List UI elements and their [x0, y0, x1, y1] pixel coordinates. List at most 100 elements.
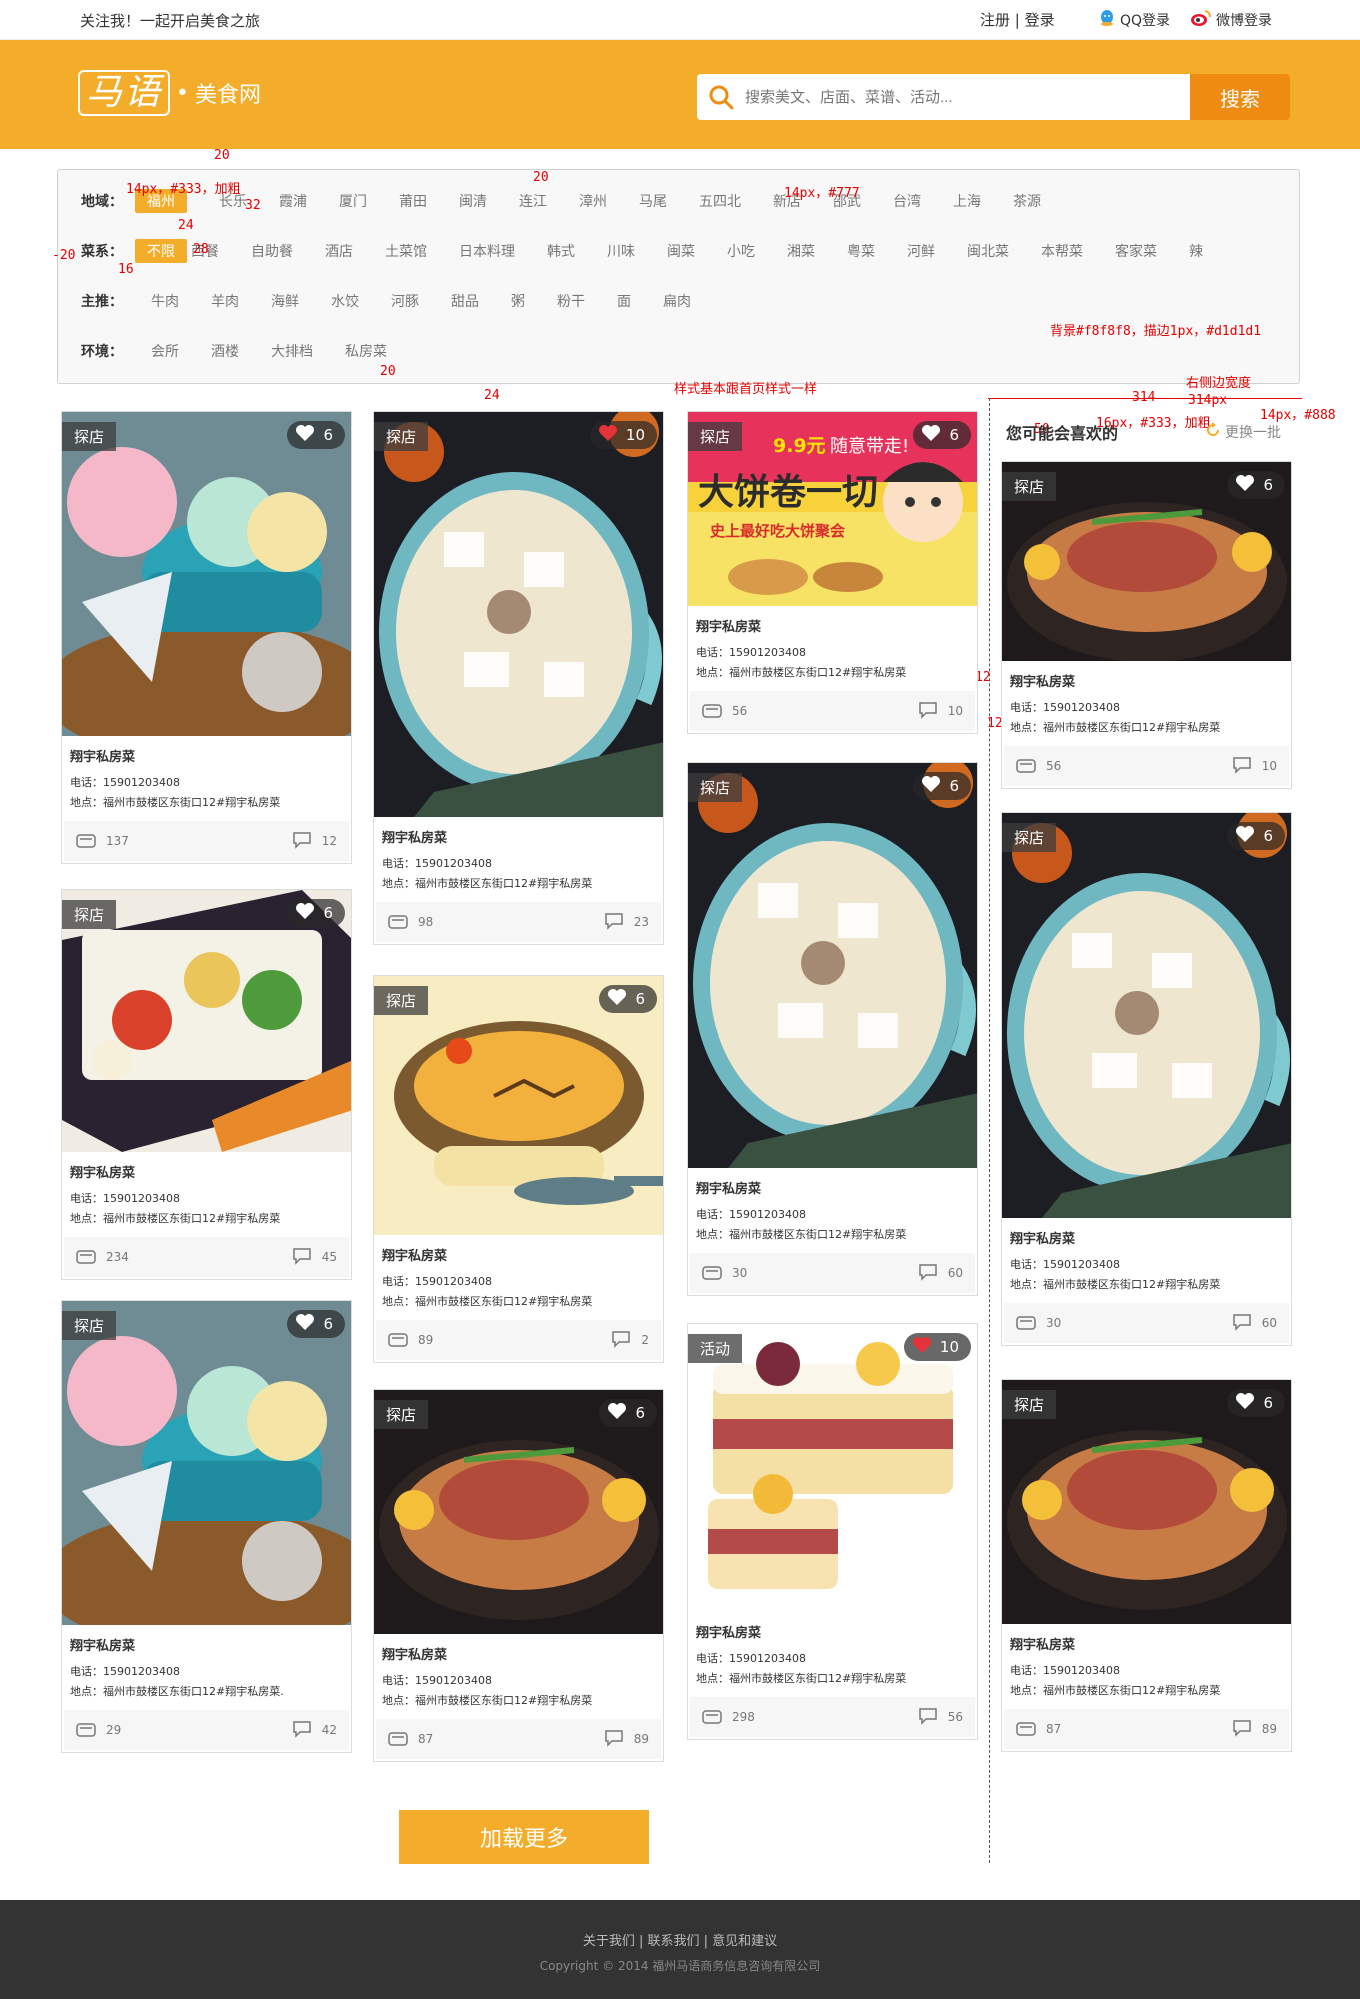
filter-option[interactable]: 私房菜	[345, 341, 387, 361]
filter-option[interactable]: 海鲜	[271, 291, 299, 311]
card-address: 地点：福州市鼓楼区东街口12#翔宇私房菜.	[70, 1685, 284, 1698]
card-title[interactable]: 翔宇私房菜	[1010, 671, 1283, 690]
filter-option[interactable]: 粉干	[557, 291, 585, 311]
filter-option[interactable]: 韩式	[547, 241, 575, 261]
card[interactable]: 探店 6 翔宇私房菜 电话：15901203408 地点：福州市鼓楼区东街口12…	[1001, 1379, 1292, 1752]
comment-count[interactable]: 60	[918, 1263, 963, 1284]
card[interactable]: 探店 10 翔宇私房菜 电话：15901203408 地点：福州市鼓楼区东街口1…	[373, 411, 664, 945]
comment-count[interactable]: 45	[292, 1247, 337, 1268]
like-button[interactable]: 6	[913, 772, 971, 800]
filter-option[interactable]: 连江	[519, 191, 547, 211]
qq-login-link[interactable]: QQ登录	[1098, 9, 1170, 31]
footer-links[interactable]: 关于我们 | 联系我们 | 意见和建议	[0, 1930, 1360, 1949]
card[interactable]: 探店 6 翔宇私房菜 电话：15901203408 地点：福州市鼓楼区东街口12…	[61, 411, 352, 864]
search-button[interactable]: 搜索	[1190, 74, 1290, 120]
filter-option[interactable]: 漳州	[579, 191, 607, 211]
card[interactable]: 探店 6 翔宇私房菜 电话：15901203408 地点：福州市鼓楼区东街口12…	[1001, 812, 1292, 1346]
card[interactable]: 探店 6 翔宇私房菜 电话：15901203408 地点：福州市鼓楼区东街口12…	[687, 762, 978, 1296]
filter-option[interactable]: 牛肉	[151, 291, 179, 311]
comment-count[interactable]: 10	[1232, 756, 1277, 777]
like-button[interactable]: 6	[599, 985, 657, 1013]
comment-count[interactable]: 23	[604, 912, 649, 933]
filter-option[interactable]: 上海	[953, 191, 981, 211]
like-button[interactable]: 6	[913, 421, 971, 449]
card-title[interactable]: 翔宇私房菜	[382, 1644, 655, 1663]
filter-option[interactable]: 河豚	[391, 291, 419, 311]
card-title[interactable]: 翔宇私房菜	[696, 616, 969, 635]
filter-option[interactable]: 闽清	[459, 191, 487, 211]
filter-option[interactable]: 厦门	[339, 191, 367, 211]
card[interactable]: 探店 6 翔宇私房菜 电话：15901203408 地点：福州市鼓楼区东街口12…	[373, 1389, 664, 1762]
comment-count[interactable]: 60	[1232, 1313, 1277, 1334]
refresh-button[interactable]: 更换一批	[1205, 422, 1281, 442]
filter-option[interactable]: 酒楼	[211, 341, 239, 361]
filter-option[interactable]: 酒店	[325, 241, 353, 261]
card[interactable]: 活动 10 翔宇私房菜 电话：15901203408 地点：福州市鼓楼区东街口1…	[687, 1323, 978, 1740]
filter-option[interactable]: 闽北菜	[967, 241, 1009, 261]
filter-option[interactable]: 闽菜	[667, 241, 695, 261]
filter-option[interactable]: 不限	[135, 239, 187, 263]
filter-option[interactable]: 粥	[511, 291, 525, 311]
like-button[interactable]: 6	[1227, 471, 1285, 499]
filter-option[interactable]: 会所	[151, 341, 179, 361]
like-button[interactable]: 6	[1227, 822, 1285, 850]
filter-option[interactable]: 小吃	[727, 241, 755, 261]
card-title[interactable]: 翔宇私房菜	[696, 1622, 969, 1641]
register-login-link[interactable]: 注册 | 登录	[980, 9, 1055, 30]
search-input[interactable]	[745, 88, 1165, 106]
weibo-login-link[interactable]: 微博登录	[1190, 9, 1272, 31]
filter-option[interactable]: 自助餐	[251, 241, 293, 261]
filter-option[interactable]: 日本料理	[459, 241, 515, 261]
filter-option[interactable]: 大排档	[271, 341, 313, 361]
card-title[interactable]: 翔宇私房菜	[70, 746, 343, 765]
filter-option[interactable]: 辣	[1189, 241, 1203, 261]
filter-option[interactable]: 河鲜	[907, 241, 935, 261]
filter-option[interactable]: 甜品	[451, 291, 479, 311]
filter-option[interactable]: 马尾	[639, 191, 667, 211]
card-title[interactable]: 翔宇私房菜	[382, 1245, 655, 1264]
card-title[interactable]: 翔宇私房菜	[1010, 1228, 1283, 1247]
comment-count[interactable]: 89	[1232, 1719, 1277, 1740]
filter-option[interactable]: 五四北	[699, 191, 741, 211]
like-button[interactable]: 10	[589, 421, 657, 449]
card[interactable]: 探店 6 翔宇私房菜 电话：15901203408 地点：福州市鼓楼区东街口12…	[61, 1300, 352, 1753]
comment-count[interactable]: 10	[918, 701, 963, 722]
card-title[interactable]: 翔宇私房菜	[1010, 1634, 1283, 1653]
filter-option[interactable]: 水饺	[331, 291, 359, 311]
card-title[interactable]: 翔宇私房菜	[70, 1162, 343, 1181]
card-title[interactable]: 翔宇私房菜	[382, 827, 655, 846]
card[interactable]: 探店 6 翔宇私房菜 电话：15901203408 地点：福州市鼓楼区东街口12…	[1001, 461, 1292, 789]
comment-count[interactable]: 56	[918, 1707, 963, 1728]
filter-option[interactable]: 湘菜	[787, 241, 815, 261]
filter-option[interactable]: 客家菜	[1115, 241, 1157, 261]
like-button[interactable]: 10	[903, 1333, 971, 1361]
filter-option[interactable]: 莆田	[399, 191, 427, 211]
comment-count[interactable]: 2	[611, 1330, 649, 1351]
like-count: 6	[635, 990, 645, 1008]
card[interactable]: 探店 6 翔宇私房菜 电话：15901203408 地点：福州市鼓楼区东街口12…	[61, 889, 352, 1280]
filter-option[interactable]: 茶源	[1013, 191, 1041, 211]
like-button[interactable]: 6	[287, 421, 345, 449]
filter-option[interactable]: 粤菜	[847, 241, 875, 261]
filter-option[interactable]: 羊肉	[211, 291, 239, 311]
filter-option[interactable]: 面	[617, 291, 631, 311]
card-title[interactable]: 翔宇私房菜	[696, 1178, 969, 1197]
comment-count[interactable]: 42	[292, 1720, 337, 1741]
filter-option[interactable]: 川味	[607, 241, 635, 261]
logo[interactable]: 马语 • 美食网	[78, 70, 261, 116]
like-button[interactable]: 6	[287, 1310, 345, 1338]
like-button[interactable]: 6	[599, 1399, 657, 1427]
like-button[interactable]: 6	[287, 899, 345, 927]
comment-count[interactable]: 12	[292, 831, 337, 852]
filter-option[interactable]: 台湾	[893, 191, 921, 211]
like-button[interactable]: 6	[1227, 1389, 1285, 1417]
filter-option[interactable]: 扁肉	[663, 291, 691, 311]
filter-option[interactable]: 霞浦	[279, 191, 307, 211]
filter-option[interactable]: 土菜馆	[385, 241, 427, 261]
comment-count[interactable]: 89	[604, 1729, 649, 1750]
filter-option[interactable]: 本帮菜	[1041, 241, 1083, 261]
card[interactable]: 探店 6 翔宇私房菜 电话：15901203408 地点：福州市鼓楼区东街口12…	[373, 975, 664, 1363]
card-title[interactable]: 翔宇私房菜	[70, 1635, 343, 1654]
load-more-button[interactable]: 加载更多	[399, 1810, 649, 1864]
card[interactable]: 9.9元 随意带走! 大饼卷一切 史上最好吃大饼聚会 探店 6 翔宇私房菜 电话…	[687, 411, 978, 734]
